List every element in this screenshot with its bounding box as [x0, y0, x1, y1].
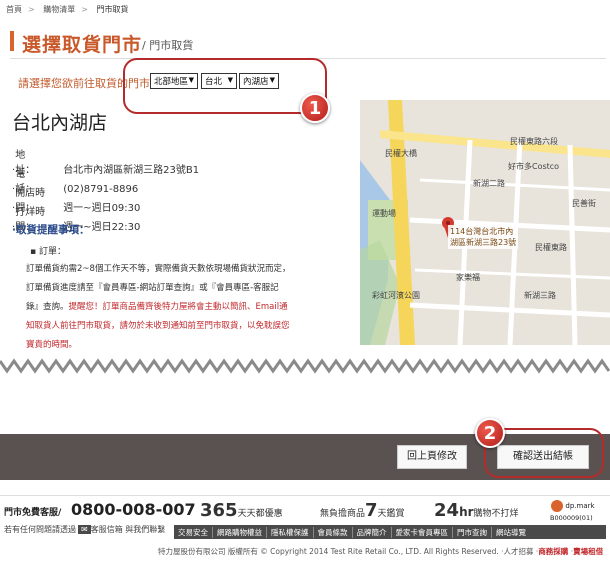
breadcrumb-current: 門市取貨 [96, 5, 129, 14]
dp-mark-code: B000009(01) [550, 514, 593, 522]
footer-nav-item[interactable]: 門市查詢 [452, 526, 491, 538]
step-badge-2: 2 [475, 418, 505, 448]
reminder-bullet: ▪ 訂單： [30, 247, 66, 257]
torn-edge-divider [0, 358, 610, 374]
promo-365: 365天天都優惠 [200, 500, 283, 521]
footer-divider [0, 495, 610, 496]
promo-24-text: 購物不打烊 [473, 509, 519, 519]
jobs-link[interactable]: 人才招募 [504, 547, 534, 556]
step-badge-1: 1 [300, 93, 330, 123]
footer-nav-item[interactable]: 品牌簡介 [351, 526, 391, 538]
reminder-line-3: 錄』查詢。提醒您！訂單商品備齊後特力屋將會主動以簡訊、Email通 [26, 298, 326, 316]
copyright-line: 特力屋股份有限公司 版權所有 © Copyright 2014 Test Rit… [158, 547, 604, 556]
reminder-line-3-alert: 提醒您！訂單商品備齊後特力屋將會主動以簡訊、Email通 [68, 302, 288, 312]
map-popup-line: 湖區新湖三路23號 [450, 238, 517, 247]
footer-nav-item[interactable]: 網站導覽 [491, 526, 530, 538]
service-mail-link[interactable]: 客服信箱 [91, 525, 123, 534]
map-label: 民權大橋 [385, 149, 417, 158]
map-label: 好市多Costco [508, 162, 560, 171]
footer-nav: 交易安全 網路購物權益 隱私權保護 會員條款 品牌簡介 愛家卡會員專區 門市查詢… [174, 525, 606, 539]
copyright-text: 特力屋股份有限公司 版權所有 © Copyright 2014 Test Rit… [158, 547, 499, 556]
promo-365-number: 365 [200, 500, 238, 521]
contact-us-link[interactable]: 與我們聯繫 [125, 525, 165, 534]
promo-24-number: 24 [434, 500, 460, 521]
promo-24-unit: hr [459, 505, 474, 519]
map-label: 彩虹河濱公園 [372, 291, 420, 300]
reminder-line-3-plain: 錄』查詢。 [26, 302, 69, 312]
contact-line: 若有任何問題請透過 ✉ 客服信箱 與我們聯繫 [4, 524, 165, 535]
contact-prefix: 若有任何問題請透過 [4, 525, 76, 534]
store-map[interactable]: 民權大橋 好市多Costco 運動場 家樂福 彩虹河濱公園 民權東路六段 民善街… [360, 100, 610, 345]
page-subtitle: / 門市取貨 [142, 39, 194, 52]
footer-nav-item[interactable]: 網路購物權益 [212, 526, 266, 538]
callout-highlight-store-picker [123, 58, 327, 114]
venue-lease-link[interactable]: 賣場租借 [573, 547, 603, 556]
reminder-line-5: 寶貴的時間。 [26, 340, 78, 350]
promo-7-text: 天鑑賞 [377, 509, 405, 519]
map-label: 新湖三路 [524, 291, 556, 300]
breadcrumb-separator: > [28, 5, 35, 14]
promo-24hr: 24hr購物不打烊 [434, 500, 519, 521]
footer-nav-item[interactable]: 隱私權保護 [266, 526, 313, 538]
map-label: 家樂福 [456, 273, 480, 282]
map-label: 運動場 [372, 209, 396, 218]
map-label: 民權東路 [535, 243, 567, 252]
page-title: 選擇取貨門市 [22, 34, 143, 56]
hotline-number: 0800-008-007 [71, 500, 196, 519]
map-label: 新湖二路 [473, 179, 505, 188]
reminder-heading-text: 取貨提醒事項： [16, 224, 90, 236]
promo-7-prefix: 無負擔商品 [320, 509, 366, 519]
footer-nav-item[interactable]: 會員條款 [312, 526, 352, 538]
mail-icon: ✉ [78, 525, 91, 534]
reminder-heading: ·取貨提醒事項： [12, 224, 90, 236]
promo-7-number: 7 [365, 500, 378, 521]
breadcrumb-separator: > [81, 5, 88, 14]
page-header: 選擇取貨門市 / 門市取貨 [10, 27, 606, 59]
reminder-line-4: 知取貨人前往門市取貨，請勿於未收到通知前至門市取貨，以免耽誤您 [26, 321, 290, 331]
breadcrumb: 首頁 > 購物清單 > 門市取貨 [6, 4, 135, 15]
map-pin-popup: 114台灣台北市內 湖區新湖三路23號 [448, 225, 519, 249]
reminder-bullet-text: 訂單： [38, 247, 66, 257]
reminder-line-2: 訂單備貨進度請至『會員專區-網站訂單查詢』或『會員專區-客服記 [26, 283, 279, 293]
promo-7-days: 無負擔商品7天鑑賞 [320, 500, 405, 521]
breadcrumb-cart[interactable]: 購物清單 [43, 5, 75, 14]
map-popup-line: 114台灣台北市內 [450, 227, 514, 236]
title-accent-bar [10, 31, 14, 51]
dp-mark-name: dp.mark [565, 502, 595, 510]
map-label: 民權東路六段 [510, 137, 558, 146]
breadcrumb-home[interactable]: 首頁 [6, 5, 22, 14]
hotline-label: 門市免費客服/ [4, 508, 62, 518]
reminder-line-1: 訂單備貨約需2~8個工作天不等，實際備貨天數依現場備貨狀況而定， [26, 264, 291, 274]
store-name: 台北內湖店 [12, 112, 108, 134]
map-canvas [360, 100, 610, 345]
promo-365-text: 天天都優惠 [237, 509, 283, 519]
footer-nav-item[interactable]: 愛家卡會員專區 [390, 526, 453, 538]
back-modify-button[interactable]: 回上頁修改 [397, 445, 467, 469]
business-purchase-link[interactable]: 商務採購 [538, 547, 568, 556]
map-label: 民善街 [572, 199, 596, 208]
footer-nav-item[interactable]: 交易安全 [174, 527, 212, 538]
dp-mark-icon [551, 500, 564, 512]
